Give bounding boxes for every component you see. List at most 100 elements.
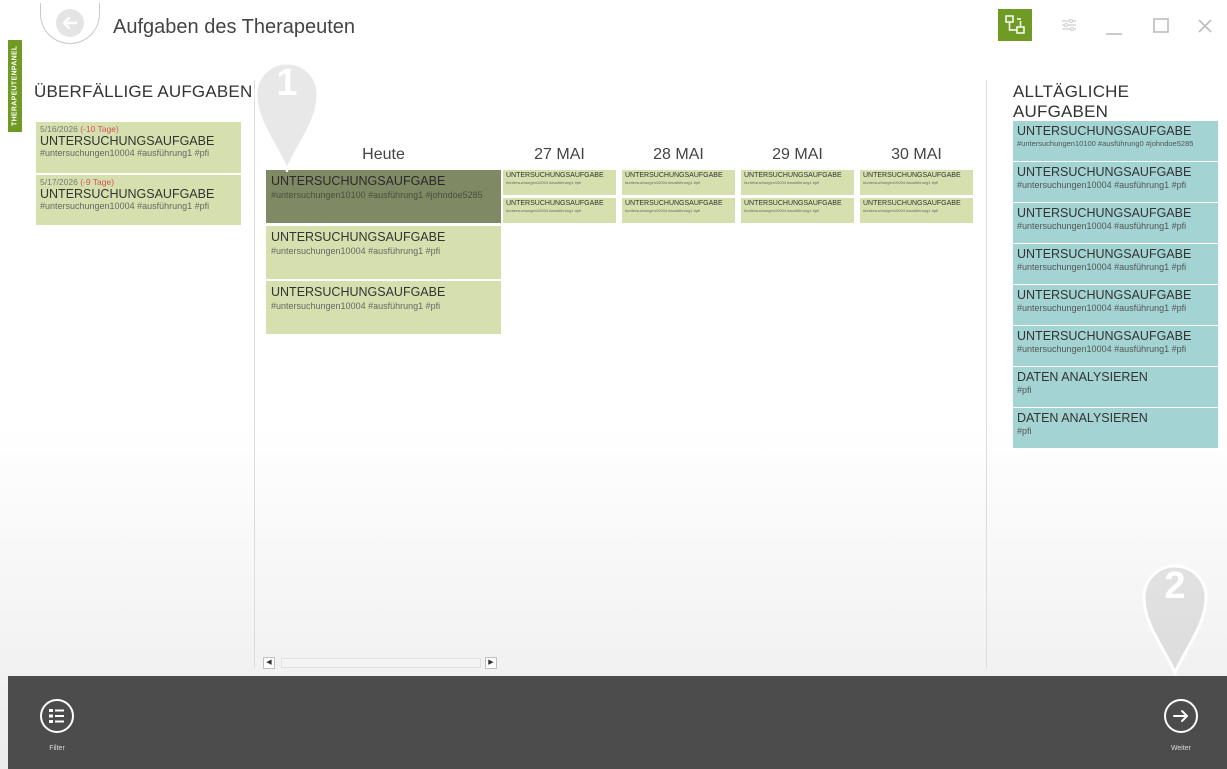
task-title: UNTERSUCHUNGSAUFGABE (744, 172, 842, 179)
day-task-card[interactable]: UNTERSUCHUNGSAUFGABE #untersuchungen10004… (622, 198, 735, 223)
day-task-card[interactable]: UNTERSUCHUNGSAUFGABE #untersuchungen10004… (860, 198, 973, 223)
task-title: UNTERSUCHUNGSAUFGABE (625, 200, 723, 207)
task-tags: #untersuchungen10004 #ausführung1 #pfi (271, 246, 441, 256)
task-tags: #untersuchungen10004 #ausführung1 #pfi (625, 180, 701, 185)
task-tags: #untersuchungen10004 #ausführung1 #pfi (863, 208, 939, 213)
task-title: DATEN ANALYSIEREN (1017, 370, 1148, 384)
task-tags: #untersuchungen10004 #ausführung1 #pfi (40, 148, 210, 158)
task-title: UNTERSUCHUNGSAUFGABE (1017, 165, 1192, 179)
today-task-card[interactable]: UNTERSUCHUNGSAUFGABE #untersuchungen1000… (266, 281, 501, 334)
task-title: UNTERSUCHUNGSAUFGABE (1017, 206, 1192, 220)
task-title: DATEN ANALYSIEREN (1017, 411, 1148, 425)
day-task-card[interactable]: UNTERSUCHUNGSAUFGABE #untersuchungen10004… (622, 170, 735, 195)
task-tags: #untersuchungen10004 #ausführung1 #pfi (1017, 221, 1187, 231)
task-title: UNTERSUCHUNGSAUFGABE (506, 172, 604, 179)
next-label: Weiter (1170, 745, 1192, 752)
day-header: 30 MAI (891, 146, 942, 163)
task-tags: #untersuchungen10004 #ausführung1 #pfi (1017, 344, 1187, 354)
day-header: 29 MAI (772, 146, 823, 163)
settings-button[interactable] (1061, 18, 1077, 37)
task-date: 5/16/2026 (40, 124, 78, 134)
scroll-left-button[interactable]: ◀ (263, 657, 275, 669)
list-icon (49, 709, 64, 723)
task-title: UNTERSUCHUNGSAUFGABE (271, 174, 446, 188)
daily-task-card[interactable]: DATEN ANALYSIEREN #pfi (1013, 408, 1218, 448)
next-button[interactable] (1164, 699, 1198, 733)
divider (986, 80, 987, 668)
maximize-button[interactable] (1153, 18, 1169, 39)
daily-task-card[interactable]: UNTERSUCHUNGSAUFGABE #untersuchungen10004… (1013, 244, 1218, 284)
daily-task-card[interactable]: UNTERSUCHUNGSAUFGABE #untersuchungen10004… (1013, 203, 1218, 243)
close-icon (1198, 19, 1212, 33)
task-tags: #untersuchungen10004 #ausführung1 #pfi (271, 301, 441, 311)
day-task-card[interactable]: UNTERSUCHUNGSAUFGABE #untersuchungen10004… (503, 198, 616, 223)
overdue-days: (-9 Tage) (80, 177, 115, 187)
bottom-bar: Filter Weiter (8, 676, 1227, 769)
task-title: UNTERSUCHUNGSAUFGABE (1017, 329, 1192, 343)
back-arrow-icon (56, 9, 84, 37)
task-title: UNTERSUCHUNGSAUFGABE (863, 172, 961, 179)
task-tags: #untersuchungen10004 #ausführung1 #pfi (506, 180, 582, 185)
sliders-icon (1062, 19, 1076, 31)
scroll-right-button[interactable]: ▶ (485, 657, 497, 669)
today-task-card-selected[interactable]: UNTERSUCHUNGSAUFGABE #untersuchungen1010… (266, 170, 501, 223)
filter-button[interactable] (40, 699, 74, 733)
maximize-icon (1153, 18, 1169, 33)
close-button[interactable] (1197, 18, 1213, 39)
daily-heading: ALLTÄGLICHE AUFGABEN (1013, 82, 1130, 121)
network-icon (1005, 15, 1025, 34)
task-title: UNTERSUCHUNGSAUFGABE (744, 200, 842, 207)
task-title: UNTERSUCHUNGSAUFGABE (40, 187, 215, 201)
marker-pin-2: 2 (1140, 555, 1210, 677)
network-view-button[interactable] (998, 9, 1032, 41)
task-tags: #untersuchungen10004 #ausführung1 #pfi (625, 208, 701, 213)
task-tags: #untersuchungen10004 #ausführung1 #pfi (1017, 180, 1187, 190)
day-header: 27 MAI (534, 146, 585, 163)
task-title: UNTERSUCHUNGSAUFGABE (1017, 124, 1192, 138)
task-tags: #untersuchungen10100 #ausführung0 #johnd… (1017, 139, 1194, 148)
task-tags: #untersuchungen10004 #ausführung1 #pfi (1017, 303, 1187, 313)
task-tags: #untersuchungen10004 #ausführung1 #pfi (40, 201, 210, 211)
task-title: UNTERSUCHUNGSAUFGABE (625, 172, 723, 179)
task-date: 5/17/2026 (40, 177, 78, 187)
task-tags: #untersuchungen10004 #ausführung1 #pfi (744, 180, 820, 185)
day-task-card[interactable]: UNTERSUCHUNGSAUFGABE #untersuchungen10004… (860, 170, 973, 195)
back-button[interactable] (40, 3, 100, 44)
therapist-panel-tab[interactable]: THERAPEUTENPANEL (8, 40, 22, 132)
daily-task-card[interactable]: UNTERSUCHUNGSAUFGABE #untersuchungen10004… (1013, 285, 1218, 325)
minimize-button[interactable] (1105, 14, 1123, 41)
task-tags: #untersuchungen10004 #ausführung1 #pfi (863, 180, 939, 185)
overdue-heading: ÜBERFÄLLIGE AUFGABEN (34, 82, 253, 101)
day-header: 28 MAI (653, 146, 704, 163)
minimize-icon (1106, 33, 1122, 35)
app-window: THERAPEUTENPANEL Aufgaben des Therapeute… (0, 0, 1227, 769)
task-title: UNTERSUCHUNGSAUFGABE (863, 200, 961, 207)
page-title: Aufgaben des Therapeuten (113, 16, 356, 38)
marker-number: 1 (276, 62, 298, 104)
marker-pin-1: 1 (252, 52, 322, 174)
overdue-task-card[interactable]: 5/17/2026 (-9 Tage) UNTERSUCHUNGSAUFGABE… (36, 175, 241, 225)
daily-task-card[interactable]: DATEN ANALYSIEREN #pfi (1013, 367, 1218, 407)
overdue-task-card[interactable]: 5/16/2026 (-10 Tage) UNTERSUCHUNGSAUFGAB… (36, 122, 241, 173)
horizontal-scrollbar[interactable]: ◀ ▶ (263, 657, 503, 669)
daily-task-card[interactable]: UNTERSUCHUNGSAUFGABE #untersuchungen10004… (1013, 326, 1218, 366)
daily-task-card[interactable]: UNTERSUCHUNGSAUFGABE #untersuchungen10004… (1013, 162, 1218, 202)
task-tags: #pfi (1017, 426, 1032, 436)
day-task-card[interactable]: UNTERSUCHUNGSAUFGABE #untersuchungen10004… (503, 170, 616, 195)
task-title: UNTERSUCHUNGSAUFGABE (1017, 288, 1192, 302)
filter-label: Filter (49, 745, 65, 752)
task-title: UNTERSUCHUNGSAUFGABE (271, 285, 446, 299)
today-task-card[interactable]: UNTERSUCHUNGSAUFGABE #untersuchungen1000… (266, 226, 501, 279)
daily-task-card[interactable]: UNTERSUCHUNGSAUFGABE #untersuchungen10100… (1013, 121, 1218, 161)
scroll-track[interactable] (281, 658, 481, 668)
task-tags: #untersuchungen10004 #ausführung1 #pfi (744, 208, 820, 213)
marker-number: 2 (1164, 565, 1186, 607)
task-tags: #untersuchungen10100 #ausführung1 #johnd… (271, 190, 483, 200)
task-tags: #untersuchungen10004 #ausführung1 #pfi (506, 208, 582, 213)
overdue-days: (-10 Tage) (80, 124, 119, 134)
day-task-card[interactable]: UNTERSUCHUNGSAUFGABE #untersuchungen10004… (741, 170, 854, 195)
task-title: UNTERSUCHUNGSAUFGABE (40, 134, 215, 148)
task-title: UNTERSUCHUNGSAUFGABE (271, 230, 446, 244)
task-tags: #untersuchungen10004 #ausführung1 #pfi (1017, 262, 1187, 272)
day-task-card[interactable]: UNTERSUCHUNGSAUFGABE #untersuchungen10004… (741, 198, 854, 223)
